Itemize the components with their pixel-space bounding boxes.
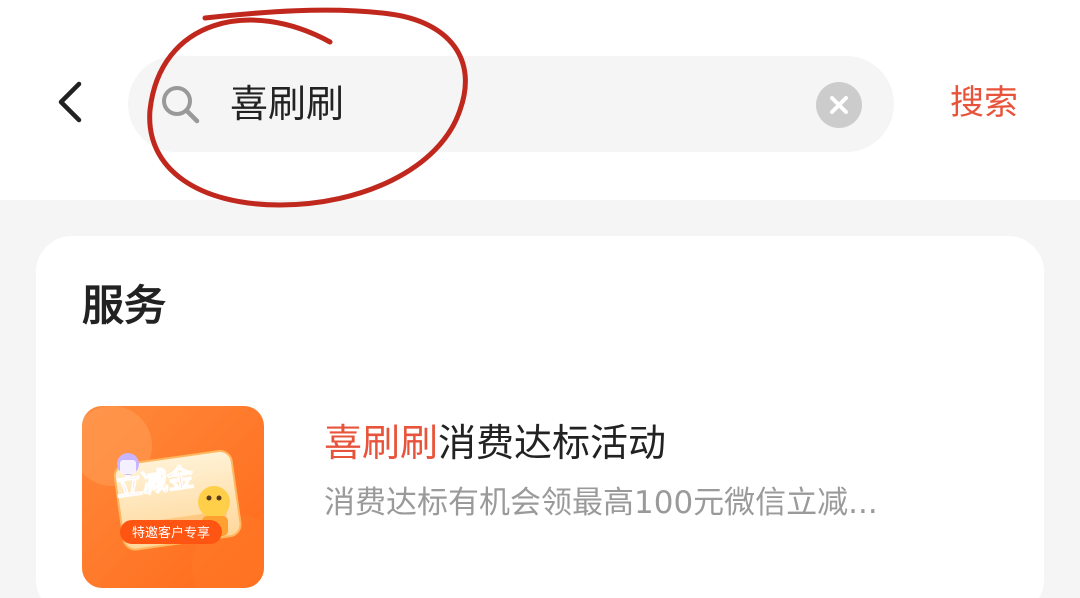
search-results-page: 搜索 服务 xyxy=(0,0,1080,598)
service-description: 消费达标有机会领最高100元微信立减... xyxy=(324,485,878,521)
clear-search-button[interactable] xyxy=(816,82,862,128)
service-list-item[interactable]: 立减金 特邀客户专享 喜刷刷消费达标活动 消费达标有机会领最高100元微信立减.… xyxy=(82,406,1002,596)
coupon-illustration: 立减金 特邀客户专享 xyxy=(82,406,264,588)
search-button[interactable]: 搜索 xyxy=(950,78,1018,128)
back-button[interactable] xyxy=(40,70,100,134)
coupon-ribbon-text: 特邀客户专享 xyxy=(132,525,210,541)
service-title: 喜刷刷消费达标活动 xyxy=(324,416,666,470)
search-icon xyxy=(162,86,200,124)
chevron-left-icon xyxy=(58,81,82,123)
service-thumbnail: 立减金 特邀客户专享 xyxy=(82,406,264,588)
section-title: 服务 xyxy=(82,281,167,330)
search-bar[interactable] xyxy=(128,56,894,152)
search-input[interactable] xyxy=(230,76,790,132)
service-results-card: 服务 立减金 特邀客户专享 喜刷刷消费达标活动 消费达标有机会领最高100元微信… xyxy=(36,236,1044,598)
keyword-highlight: 喜刷刷 xyxy=(324,421,439,465)
clear-circle-icon xyxy=(830,96,848,114)
service-title-rest: 消费达标活动 xyxy=(438,421,667,465)
search-header: 搜索 xyxy=(0,0,1080,200)
